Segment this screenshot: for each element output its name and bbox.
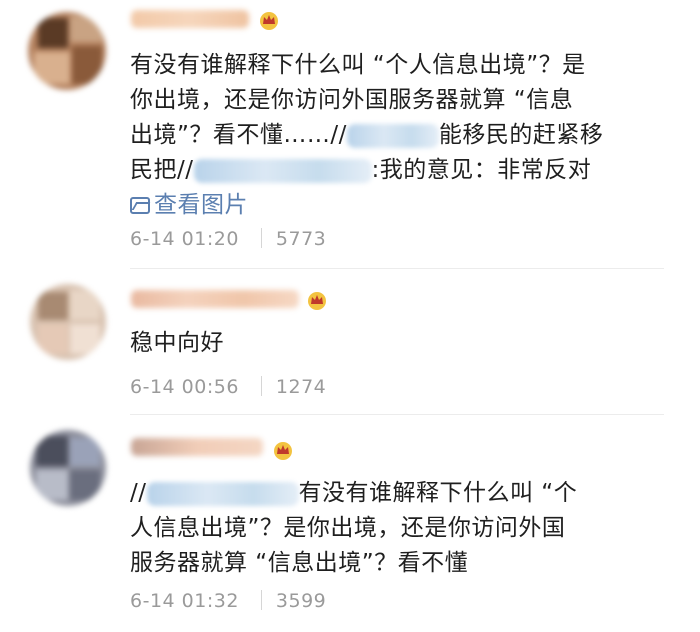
mention-blurred[interactable]: [193, 158, 372, 183]
comment-text: // 有没有谁解释下什么叫 “个 人信息出境”？是你出境，还是你访问外国 服务器就…: [130, 476, 660, 581]
text-line: 稳中向好: [130, 330, 224, 356]
crown-badge-icon: [260, 12, 278, 30]
comment-text: 稳中向好: [130, 326, 660, 361]
like-count[interactable]: 1274: [276, 376, 326, 398]
text-segment: :我的意见：非常反对: [371, 157, 592, 183]
view-images-link[interactable]: 查看图片: [130, 188, 660, 223]
text-line: 服务器就算 “信息出境”？看不懂: [130, 550, 469, 576]
comment-meta: 6-14 00:56 1274: [130, 376, 326, 398]
username-blurred[interactable]: [131, 10, 249, 28]
crown-badge-icon: [308, 292, 326, 310]
avatar[interactable]: [30, 284, 106, 360]
view-images-label: 查看图片: [154, 192, 248, 218]
username-blurred[interactable]: [131, 438, 263, 456]
text-line: 人信息出境”？是你出境，还是你访问外国: [130, 515, 566, 541]
text-segment: 能移民的赶紧移: [438, 122, 604, 148]
image-icon: [130, 197, 150, 214]
text-segment: 有没有谁解释下什么叫 “个: [298, 480, 578, 506]
meta-divider: [260, 228, 262, 248]
timestamp: 6-14 01:32: [130, 590, 239, 612]
timestamp: 6-14 00:56: [130, 376, 239, 398]
meta-divider: [260, 590, 262, 610]
divider: [130, 268, 664, 269]
like-count[interactable]: 5773: [276, 228, 326, 250]
text-line: 有没有谁解释下什么叫 “个人信息出境”？是: [130, 52, 586, 78]
mention-blurred[interactable]: [146, 481, 299, 506]
comment-text: 有没有谁解释下什么叫 “个人信息出境”？是 你出境，还是你访问外国服务器就算 “…: [130, 48, 660, 223]
username-blurred[interactable]: [131, 290, 299, 308]
comment-3: // 有没有谁解释下什么叫 “个 人信息出境”？是你出境，还是你访问外国 服务器就…: [0, 418, 700, 632]
avatar[interactable]: [30, 430, 106, 506]
text-segment: 民把//: [130, 157, 194, 183]
divider: [130, 414, 664, 415]
text-segment: //: [130, 480, 147, 506]
mention-blurred[interactable]: [346, 123, 439, 148]
comment-meta: 6-14 01:20 5773: [130, 228, 326, 250]
comment-meta: 6-14 01:32 3599: [130, 590, 326, 612]
avatar[interactable]: [28, 12, 106, 90]
comment-2: 稳中向好 6-14 00:56 1274: [0, 270, 700, 410]
meta-divider: [260, 376, 262, 396]
text-segment: 出境”？看不懂……//: [130, 122, 347, 148]
comment-1: 有没有谁解释下什么叫 “个人信息出境”？是 你出境，还是你访问外国服务器就算 “…: [0, 0, 700, 268]
like-count[interactable]: 3599: [276, 590, 326, 612]
crown-badge-icon: [274, 442, 292, 460]
timestamp: 6-14 01:20: [130, 228, 239, 250]
text-line: 你出境，还是你访问外国服务器就算 “信息: [130, 87, 574, 113]
